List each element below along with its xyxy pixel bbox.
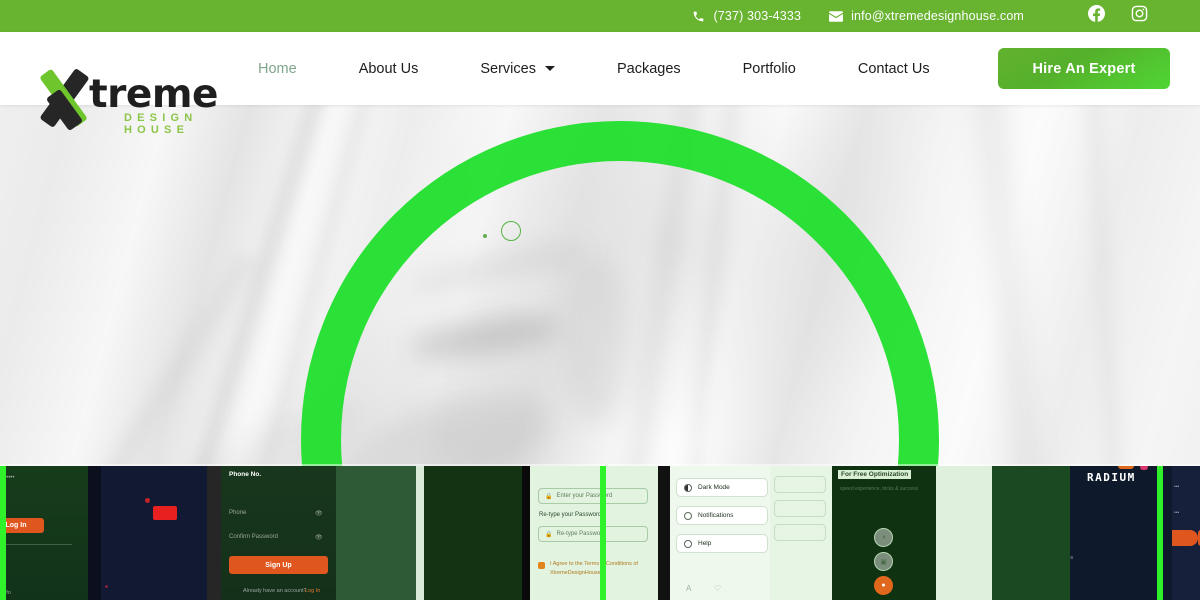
app-shot-login-dark[interactable]: ••••• Log In ng Info — [0, 466, 88, 600]
nav-item-portfolio[interactable]: Portfolio — [743, 61, 796, 77]
app-signup-field1[interactable]: Phone — [229, 510, 246, 516]
app-shot-sidebar-list[interactable] — [770, 466, 832, 600]
webpage-root: (737) 303-4333 info@xtremedesignhouse.co… — [0, 0, 1200, 600]
nav-item-home[interactable]: Home — [258, 61, 297, 77]
phone-icon — [692, 10, 705, 23]
app-shot-plain-green-c[interactable] — [936, 466, 992, 600]
question-icon — [684, 539, 692, 548]
app-password-field-2[interactable]: 🔒 Re-type Password — [538, 526, 648, 542]
email-contact[interactable]: info@xtremedesignhouse.com — [829, 9, 1024, 23]
nav-label-portfolio: Portfolio — [742, 60, 796, 77]
phone-bezel-b — [207, 466, 221, 600]
slider-active-indicator[interactable] — [501, 221, 521, 241]
accent-vertical-bar-2 — [1157, 466, 1163, 600]
optimization-subtitle: speed experience, tricks & success — [840, 486, 919, 492]
phone-bezel-e — [658, 466, 670, 600]
instagram-icon[interactable] — [1131, 5, 1148, 27]
app-password-label-2: Re-type your Password — [539, 512, 602, 518]
nav-label-contact-us: Contact Us — [857, 60, 930, 77]
image-circle-button[interactable]: ▣ — [874, 552, 893, 571]
app-signup-button[interactable]: Sign Up — [229, 556, 328, 574]
app-shot-login-right[interactable]: ••• ••• Log In — [1172, 466, 1200, 600]
hero-section — [0, 105, 1200, 466]
logo[interactable]: treme DESIGN HOUSE — [36, 67, 241, 136]
app-signup-title: Phone No. — [229, 471, 262, 478]
font-size-icon: A — [686, 584, 692, 593]
nav-item-contact-us[interactable]: Contact Us — [858, 61, 930, 77]
app-shot-plain-green-b[interactable] — [424, 466, 522, 600]
nav-item-packages[interactable]: Packages — [617, 61, 681, 77]
app-password-field-1[interactable]: 🔒 Enter your Password — [538, 488, 648, 504]
facebook-icon[interactable] — [1088, 5, 1105, 27]
site-header: treme DESIGN HOUSE Home About Us Service… — [0, 32, 1200, 136]
app-shot-plain-green-d[interactable] — [992, 466, 1070, 600]
optimization-title: For Free Optimization — [838, 470, 912, 479]
main-navigation: Home About Us Services Packages Portfoli… — [258, 32, 992, 105]
hire-an-expert-button[interactable]: Hire An Expert — [998, 48, 1170, 89]
menu-item-notifications[interactable]: Notifications — [676, 506, 768, 525]
app-shot-settings-menu[interactable]: Dark Mode Notifications Help A ♡ — [670, 466, 770, 600]
contrast-icon — [684, 483, 692, 492]
slider-dot[interactable] — [483, 234, 487, 238]
logo-tagline: DESIGN HOUSE — [124, 112, 198, 136]
toggle-circle-button[interactable]: ◑ — [874, 528, 893, 547]
accent-vertical-bar-3 — [0, 466, 6, 600]
phone-bezel-c — [416, 466, 424, 600]
phone-number: (737) 303-4333 — [713, 9, 802, 23]
phone-bezel-a — [88, 466, 101, 600]
app-signup-field2[interactable]: Confirm Password — [229, 534, 278, 540]
nav-label-services: Services — [480, 60, 536, 77]
chevron-down-icon — [544, 66, 555, 71]
logo-wordmark: treme — [89, 72, 218, 117]
lock-icon: 🔒 — [545, 531, 553, 538]
phone-contact[interactable]: (737) 303-4333 — [692, 9, 801, 23]
app-signup-footer: Already have an account? — [243, 588, 307, 594]
nav-item-services[interactable]: Services — [480, 61, 555, 77]
portfolio-showcase-strip: ••••• Log In ng Info ● Phone No. Phone 👁… — [0, 466, 1200, 600]
lock-icon: 🔒 — [545, 493, 553, 500]
phone-bezel-d — [522, 466, 530, 600]
app-shot-password[interactable]: 🔒 Enter your Password Re-type your Passw… — [530, 466, 658, 600]
bell-icon — [684, 511, 692, 520]
app-shot-optimization[interactable]: For Free Optimization speed experience, … — [832, 466, 936, 600]
nav-item-about-us[interactable]: About Us — [359, 61, 419, 77]
app-shot-plain-green-a[interactable] — [336, 466, 416, 600]
record-circle-button[interactable]: ● — [874, 576, 893, 595]
app-shot-login-night[interactable]: ● — [101, 466, 207, 600]
terms-checkbox[interactable] — [538, 562, 545, 569]
email-address: info@xtremedesignhouse.com — [851, 9, 1024, 23]
social-links — [1088, 5, 1148, 27]
nav-label-home: Home — [258, 60, 297, 77]
nav-label-packages: Packages — [616, 60, 681, 77]
app-login-button[interactable]: Log In — [0, 518, 44, 533]
envelope-icon — [829, 10, 844, 22]
nav-label-about-us: About Us — [358, 60, 419, 77]
accent-vertical-bar-1 — [600, 466, 606, 600]
app-shot-signup[interactable]: Phone No. Phone 👁 Confirm Password 👁 Sig… — [221, 466, 336, 600]
menu-item-dark-mode[interactable]: Dark Mode — [676, 478, 768, 497]
radium-brand: RADIUM — [1087, 471, 1136, 484]
menu-item-help[interactable]: Help — [676, 534, 768, 553]
radium-body: Amazing music and fun experience, listen… — [1070, 555, 1074, 561]
app-signup-footer-link[interactable]: Log In — [305, 588, 320, 594]
top-contact-bar: (737) 303-4333 info@xtremedesignhouse.co… — [0, 0, 1200, 32]
heart-icon: ♡ — [714, 584, 722, 593]
